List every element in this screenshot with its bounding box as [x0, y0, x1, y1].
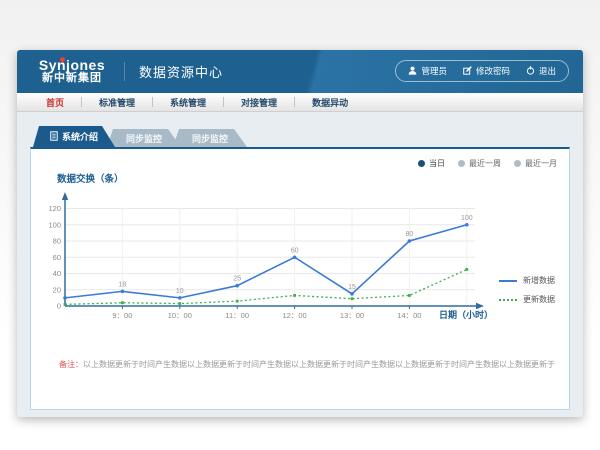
legend-item-updated-data[interactable]: 更新数据 — [499, 294, 555, 305]
app-header: Synjones 新中新集团 数据资源中心 管理员 修改密码 退出 — [17, 50, 583, 93]
logout-button[interactable]: 退出 — [526, 65, 556, 77]
edit-icon — [463, 66, 472, 77]
svg-text:12：00: 12：00 — [283, 311, 307, 320]
radio-dot-icon — [458, 160, 465, 167]
user-actions-bar: 管理员 修改密码 退出 — [395, 60, 569, 82]
nav-item-interface-mgmt[interactable]: 对接管理 — [224, 96, 294, 109]
filter-last-week[interactable]: 最近一周 — [458, 158, 501, 169]
nav-item-home[interactable]: 首页 — [29, 96, 81, 109]
legend-new-data-label: 新增数据 — [523, 275, 555, 286]
tab-sync-monitor-1-label: 同步监控 — [126, 132, 162, 145]
svg-text:20: 20 — [53, 285, 61, 294]
admin-user-label: 管理员 — [421, 65, 447, 77]
svg-text:14：00: 14：00 — [397, 311, 421, 320]
power-icon — [526, 66, 535, 77]
svg-text:100: 100 — [48, 220, 61, 229]
footnote-label: 备注： — [59, 360, 83, 369]
svg-text:100: 100 — [461, 215, 473, 222]
blue-line-icon — [499, 280, 517, 282]
svg-text:0: 0 — [57, 302, 61, 311]
svg-text:13：00: 13：00 — [340, 311, 364, 320]
filter-today-label: 当日 — [429, 158, 445, 169]
brand-logo: Synjones 新中新集团 — [36, 58, 108, 84]
footnote: 备注：以上数据更新于时间产生数据以上数据更新于时间产生数据以上数据更新于时间产生… — [59, 359, 555, 370]
svg-text:10: 10 — [176, 288, 184, 295]
nav-item-system-mgmt[interactable]: 系统管理 — [153, 96, 223, 109]
user-icon — [408, 66, 417, 77]
chart-legend: 新增数据 更新数据 — [499, 275, 555, 305]
legend-updated-data-label: 更新数据 — [523, 294, 555, 305]
change-password-button[interactable]: 修改密码 — [463, 65, 510, 77]
data-exchange-line-chart: 0 20 40 60 80 100 120 9：00 10：00 11：00 12：00 13：00 1… — [37, 191, 497, 331]
logo-text-cn: 新中新集团 — [36, 73, 108, 85]
chart-y-axis-title: 数据交换（条） — [57, 171, 124, 185]
filter-last-week-label: 最近一周 — [469, 158, 501, 169]
main-nav: 首页 标准管理 系统管理 对接管理 数据异动 — [17, 93, 583, 112]
filter-last-month-label: 最近一月 — [525, 158, 557, 169]
svg-text:40: 40 — [53, 269, 61, 278]
svg-text:9：00: 9：00 — [112, 311, 132, 320]
svg-text:60: 60 — [291, 247, 299, 254]
logo-text-en: Synjones — [36, 58, 108, 73]
green-dotted-line-icon — [499, 299, 517, 301]
document-icon — [50, 131, 58, 143]
tab-system-intro-label: 系统介绍 — [62, 130, 98, 143]
chart-container: 0 20 40 60 80 100 120 9：00 10：00 11：00 12：00 13：00 1… — [37, 191, 583, 341]
svg-text:80: 80 — [53, 237, 61, 246]
tab-sync-monitor-1[interactable]: 同步监控 — [107, 129, 181, 147]
svg-text:60: 60 — [53, 253, 61, 262]
filter-last-month[interactable]: 最近一月 — [514, 158, 557, 169]
svg-text:15: 15 — [348, 284, 356, 291]
radio-dot-icon — [514, 160, 521, 167]
content-area: 系统介绍 同步监控 同步监控 当日 最近一周 — [17, 112, 583, 417]
svg-text:25: 25 — [233, 276, 241, 283]
tab-bar: 系统介绍 同步监控 同步监控 — [33, 126, 570, 147]
radio-dot-icon — [418, 160, 425, 167]
svg-text:120: 120 — [48, 204, 61, 213]
nav-item-standard-mgmt[interactable]: 标准管理 — [82, 96, 152, 109]
svg-text:11：00: 11：00 — [225, 311, 249, 320]
time-filter-group: 当日 最近一周 最近一月 — [418, 158, 557, 169]
app-window: Synjones 新中新集团 数据资源中心 管理员 修改密码 退出 — [17, 50, 583, 417]
change-password-label: 修改密码 — [476, 65, 510, 77]
footnote-text: 以上数据更新于时间产生数据以上数据更新于时间产生数据以上数据更新于时间产生数据以… — [83, 360, 555, 369]
filter-today[interactable]: 当日 — [418, 158, 445, 169]
svg-text:80: 80 — [406, 231, 414, 238]
logout-label: 退出 — [539, 65, 556, 77]
tab-sync-monitor-2-label: 同步监控 — [192, 132, 228, 145]
tab-sync-monitor-2[interactable]: 同步监控 — [173, 129, 247, 147]
nav-item-data-change[interactable]: 数据异动 — [295, 96, 365, 109]
chart-panel: 当日 最近一周 最近一月 数据交换（条） 0 20 40 60 80 100 120 9：00… — [30, 147, 570, 410]
svg-text:10：00: 10：00 — [168, 311, 192, 320]
legend-item-new-data[interactable]: 新增数据 — [499, 275, 555, 286]
page-title: 数据资源中心 — [124, 62, 223, 81]
svg-text:日期（小时）: 日期（小时） — [439, 309, 493, 320]
tab-system-intro[interactable]: 系统介绍 — [33, 126, 115, 147]
svg-text:18: 18 — [119, 281, 127, 288]
admin-user-button[interactable]: 管理员 — [408, 65, 447, 77]
